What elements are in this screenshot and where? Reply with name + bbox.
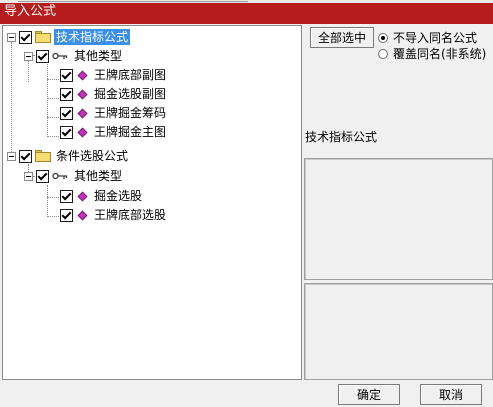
- collapse-toggle[interactable]: [7, 151, 16, 161]
- formula-tree[interactable]: 技术指标公式 其他类型 王牌底部副图 掘金选股副图 王牌掘金筹码 王牌掘金主图 …: [2, 25, 302, 380]
- radio-skip-same-name[interactable]: 不导入同名公式: [378, 29, 477, 46]
- tree-node-root2[interactable]: 条件选股公式: [7, 147, 130, 165]
- collapse-toggle[interactable]: [24, 171, 33, 181]
- tree-item-label[interactable]: 王牌底部选股: [92, 207, 168, 223]
- radio-label: 覆盖同名(非系统): [393, 47, 487, 61]
- formula-icon: [77, 108, 88, 118]
- collapse-toggle[interactable]: [7, 32, 16, 42]
- tree-item-label[interactable]: 王牌掘金主图: [92, 124, 168, 140]
- checkbox-item[interactable]: [60, 125, 73, 139]
- key-icon: [52, 171, 68, 181]
- checkbox-root2[interactable]: [19, 149, 32, 163]
- formula-icon: [77, 210, 88, 220]
- tree-node-group1[interactable]: 其他类型: [24, 47, 124, 65]
- checkbox-group2[interactable]: [36, 169, 49, 183]
- tree-item-label[interactable]: 王牌掘金筹码: [92, 105, 168, 121]
- cancel-button[interactable]: 取消: [420, 384, 482, 405]
- checkbox-item[interactable]: [60, 208, 73, 222]
- description-panel: [304, 158, 493, 280]
- radio-label: 不导入同名公式: [393, 31, 478, 45]
- checkbox-item[interactable]: [60, 68, 73, 82]
- tree-label-root2[interactable]: 条件选股公式: [54, 148, 130, 164]
- tree-label-root1[interactable]: 技术指标公式: [54, 29, 131, 45]
- key-icon: [52, 51, 68, 61]
- radio-overwrite-same-name[interactable]: 覆盖同名(非系统): [378, 45, 486, 62]
- tree-node-root1[interactable]: 技术指标公式: [7, 28, 131, 46]
- checkbox-item[interactable]: [60, 106, 73, 120]
- preview-panel: [304, 283, 493, 380]
- tree-item-label[interactable]: 掘金选股: [92, 188, 144, 204]
- formula-icon: [77, 70, 88, 80]
- tree-item[interactable]: 王牌掘金筹码: [60, 104, 168, 122]
- tree-item[interactable]: 王牌底部选股: [60, 206, 168, 224]
- description-title: 技术指标公式: [305, 130, 378, 144]
- checkbox-group1[interactable]: [36, 49, 49, 63]
- tree-item[interactable]: 掘金选股: [60, 187, 144, 205]
- tree-item[interactable]: 王牌底部副图: [60, 66, 168, 84]
- tree-label-group1[interactable]: 其他类型: [72, 48, 124, 64]
- checkbox-root1[interactable]: [19, 30, 32, 44]
- formula-icon: [77, 127, 88, 137]
- folder-icon: [35, 31, 51, 43]
- select-all-button[interactable]: 全部选中: [310, 27, 374, 48]
- formula-icon: [77, 89, 88, 99]
- tree-item-label[interactable]: 王牌底部副图: [92, 67, 168, 83]
- title-bar[interactable]: 导入公式: [0, 0, 493, 24]
- background-window-strip: [0, 0, 493, 3]
- tree-node-group2[interactable]: 其他类型: [24, 167, 124, 185]
- window-title: 导入公式: [4, 4, 57, 19]
- tree-item[interactable]: 掘金选股副图: [60, 85, 168, 103]
- folder-icon: [35, 150, 51, 162]
- radio-indicator[interactable]: [378, 32, 388, 43]
- tree-item-label[interactable]: 掘金选股副图: [92, 86, 168, 102]
- tree-label-group2[interactable]: 其他类型: [72, 168, 124, 184]
- checkbox-item[interactable]: [60, 87, 73, 101]
- radio-indicator[interactable]: [378, 48, 388, 59]
- collapse-toggle[interactable]: [24, 51, 33, 61]
- tree-item[interactable]: 王牌掘金主图: [60, 123, 168, 141]
- checkbox-item[interactable]: [60, 189, 73, 203]
- ok-button[interactable]: 确定: [338, 384, 400, 405]
- formula-icon: [77, 191, 88, 201]
